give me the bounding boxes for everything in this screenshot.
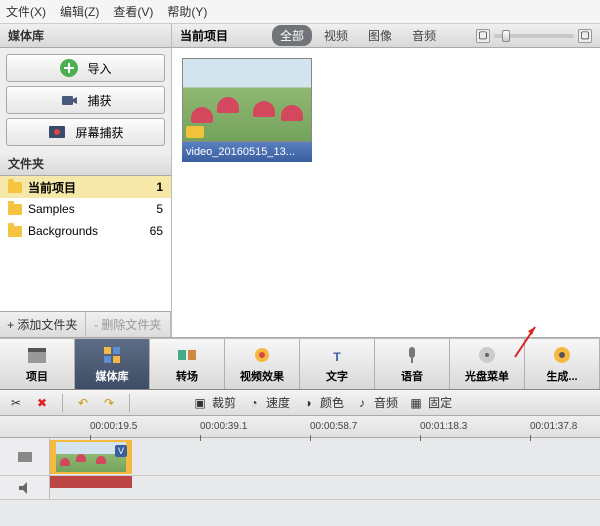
timeline-ruler[interactable]: 00:00:19.5 00:00:39.1 00:00:58.7 00:01:1… — [0, 416, 600, 438]
gauge-icon: ◔ — [246, 395, 262, 411]
plus-circle-icon — [59, 58, 79, 78]
timeline: 00:00:19.5 00:00:39.1 00:00:58.7 00:01:1… — [0, 416, 600, 524]
palette-icon: ◑ — [300, 395, 316, 411]
ruler-tick: 00:00:19.5 — [90, 421, 137, 432]
tab-all[interactable]: 全部 — [272, 25, 312, 46]
timeline-audio-clip[interactable] — [50, 476, 132, 488]
disc-menu-button[interactable]: 光盘菜单 — [450, 339, 525, 389]
audio-track-head[interactable] — [0, 476, 50, 499]
crop-button[interactable]: ▣裁剪 — [192, 394, 236, 411]
zoom-slider[interactable]: ▢ ▢ — [448, 29, 592, 43]
screen-capture-label: 屏幕捕获 — [75, 124, 123, 141]
import-label: 导入 — [87, 60, 111, 77]
transition-icon — [176, 344, 198, 366]
speed-button[interactable]: ◔速度 — [246, 394, 290, 411]
screen-rec-icon — [47, 122, 67, 142]
grid-icon — [101, 344, 123, 366]
folder-icon — [8, 182, 22, 193]
media-library-header: 媒体库 — [0, 24, 171, 48]
import-button[interactable]: 导入 — [6, 54, 165, 82]
folder-list: 当前项目 1 Samples 5 Backgrounds 65 — [0, 176, 171, 311]
redo-icon: ↷ — [101, 395, 117, 411]
redo-button[interactable]: ↷ — [101, 395, 117, 411]
gear-star-icon — [551, 344, 573, 366]
tab-video[interactable]: 视频 — [316, 25, 356, 46]
mic-icon — [401, 344, 423, 366]
folder-name: Samples — [28, 202, 75, 216]
scissors-icon: ✂ — [8, 395, 24, 411]
tab-image[interactable]: 图像 — [360, 25, 400, 46]
content-title: 当前项目 — [180, 27, 228, 44]
undo-icon: ↶ — [75, 395, 91, 411]
folder-icon — [8, 204, 22, 215]
add-folder-button[interactable]: + 添加文件夹 — [0, 312, 86, 337]
folder-count: 1 — [156, 180, 163, 194]
folders-header: 文件夹 — [0, 152, 171, 176]
video-track-head[interactable] — [0, 438, 50, 475]
zoom-in-icon[interactable]: ▢ — [578, 29, 592, 43]
screen-capture-button[interactable]: 屏幕捕获 — [6, 118, 165, 146]
text-icon: T — [326, 344, 348, 366]
svg-text:T: T — [333, 350, 341, 364]
undo-button[interactable]: ↶ — [75, 395, 91, 411]
voice-button[interactable]: 语音 — [375, 339, 450, 389]
folder-count: 5 — [156, 202, 163, 216]
left-sidebar: 媒体库 导入 捕获 屏幕捕获 文件夹 当前项目 1 Samples 5 — [0, 24, 172, 337]
folder-name: Backgrounds — [28, 224, 98, 238]
produce-button[interactable]: 生成... — [525, 339, 600, 389]
delete-button[interactable]: ✖ — [34, 395, 50, 411]
cut-button[interactable]: ✂ — [8, 395, 24, 411]
main-toolbar: 项目 媒体库 转场 视频效果 T 文字 语音 光盘菜单 生成... — [0, 338, 600, 390]
ruler-tick: 00:01:18.3 — [420, 421, 467, 432]
content-panel: 当前项目 全部 视频 图像 音频 ▢ ▢ video_20160515_13..… — [172, 24, 600, 337]
vfx-button[interactable]: 视频效果 — [225, 339, 300, 389]
menu-view[interactable]: 查看(V) — [113, 3, 153, 20]
menu-file[interactable]: 文件(X) — [6, 3, 46, 20]
note-icon: ♪ — [354, 395, 370, 411]
edit-toolbar: ✂ ✖ ↶ ↷ ▣裁剪 ◔速度 ◑颜色 ♪音频 ▦固定 — [0, 390, 600, 416]
folder-icon — [8, 226, 22, 237]
menu-help[interactable]: 帮助(Y) — [167, 3, 207, 20]
media-thumbnail[interactable]: video_20160515_13... — [182, 58, 312, 162]
thumbnail-caption: video_20160515_13... — [182, 142, 312, 162]
folder-name: 当前项目 — [28, 179, 76, 196]
disc-icon — [476, 344, 498, 366]
sparkle-icon — [251, 344, 273, 366]
zoom-out-icon[interactable]: ▢ — [476, 29, 490, 43]
ruler-tick: 00:00:58.7 — [310, 421, 357, 432]
clip-handle-left[interactable] — [52, 442, 56, 472]
transition-button[interactable]: 转场 — [150, 339, 225, 389]
thumbnail-image — [182, 58, 312, 142]
delete-folder-button[interactable]: - 删除文件夹 — [86, 312, 172, 337]
video-type-badge: V — [115, 445, 127, 457]
video-badge-icon — [186, 126, 204, 138]
folder-row[interactable]: 当前项目 1 — [0, 176, 171, 198]
delete-icon: ✖ — [34, 395, 50, 411]
project-button[interactable]: 项目 — [0, 339, 75, 389]
camera-icon — [59, 90, 79, 110]
crop-icon: ▣ — [192, 395, 208, 411]
stabilize-button[interactable]: ▦固定 — [408, 394, 452, 411]
library-button[interactable]: 媒体库 — [75, 339, 150, 389]
folder-row[interactable]: Samples 5 — [0, 198, 171, 220]
folder-row[interactable]: Backgrounds 65 — [0, 220, 171, 242]
ruler-tick: 00:01:37.8 — [530, 421, 577, 432]
clapper-icon — [26, 344, 48, 366]
ruler-tick: 00:00:39.1 — [200, 421, 247, 432]
folder-count: 65 — [150, 224, 163, 238]
capture-button[interactable]: 捕获 — [6, 86, 165, 114]
tab-audio[interactable]: 音频 — [404, 25, 444, 46]
text-button[interactable]: T 文字 — [300, 339, 375, 389]
color-button[interactable]: ◑颜色 — [300, 394, 344, 411]
pin-icon: ▦ — [408, 395, 424, 411]
timeline-clip[interactable]: V — [50, 440, 132, 474]
audio-edit-button[interactable]: ♪音频 — [354, 394, 398, 411]
menu-bar: 文件(X) 编辑(Z) 查看(V) 帮助(Y) — [0, 0, 600, 24]
capture-label: 捕获 — [87, 92, 111, 109]
menu-edit[interactable]: 编辑(Z) — [60, 3, 99, 20]
